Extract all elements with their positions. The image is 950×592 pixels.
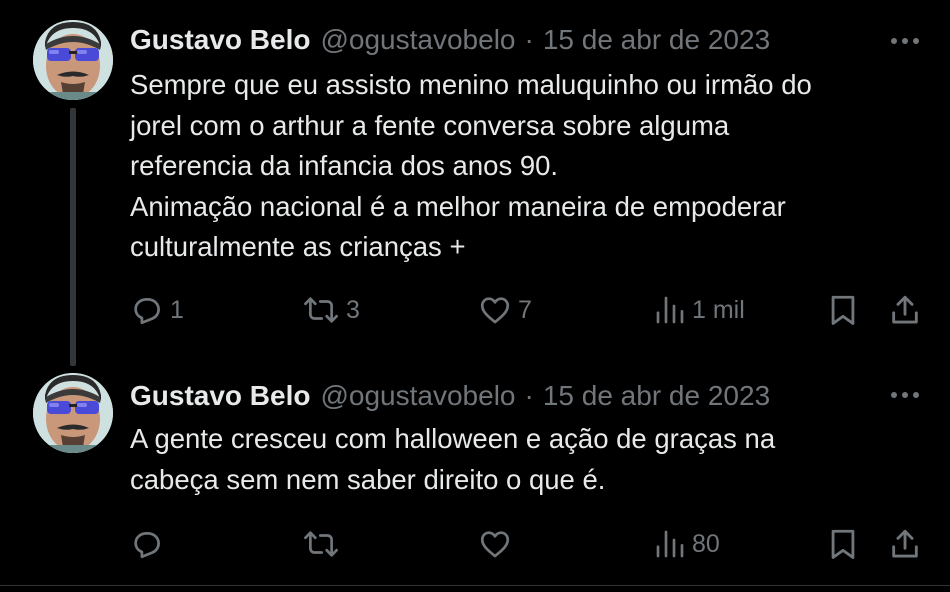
tweet-text-line: A gente cresceu com halloween e ação de … [130, 423, 776, 454]
author-name[interactable]: Gustavo Belo [130, 24, 310, 56]
more-options-button[interactable] [888, 26, 922, 56]
views-chart-icon [656, 530, 684, 558]
share-icon [892, 529, 918, 558]
tweet-header: Gustavo Belo @ogustavobelo · 15 de abr d… [130, 22, 770, 58]
more-options-button[interactable] [888, 380, 922, 410]
avatar-image [33, 20, 113, 100]
share-icon [892, 295, 918, 324]
avatar[interactable] [33, 373, 113, 453]
header-separator: · [524, 24, 534, 55]
author-handle[interactable]: @ogustavobelo [320, 380, 515, 412]
views-button[interactable]: 80 [654, 524, 720, 564]
tweet-text-line: Sempre que eu assisto menino maluquinho … [130, 69, 812, 100]
share-button[interactable] [888, 524, 922, 564]
retweet-button[interactable] [302, 524, 346, 564]
retweet-icon [304, 531, 338, 557]
tweet-header: Gustavo Belo @ogustavobelo · 15 de abr d… [130, 378, 770, 414]
reply-count: 1 [170, 295, 184, 324]
reply-button[interactable]: 1 [130, 290, 184, 330]
tweet[interactable]: Gustavo Belo @ogustavobelo · 15 de abr d… [0, 0, 950, 366]
tweet-text-line: culturalmente as crianças + [130, 231, 466, 262]
bookmark-button[interactable] [828, 524, 858, 564]
views-chart-icon [656, 296, 684, 324]
tweet-text: A gente cresceu com halloween e ação de … [130, 419, 930, 500]
author-name[interactable]: Gustavo Belo [130, 380, 310, 412]
header-separator: · [524, 380, 534, 411]
action-bar: 80 [0, 524, 950, 564]
like-count: 7 [518, 295, 532, 324]
retweet-count: 3 [346, 295, 360, 324]
tweet-date[interactable]: 15 de abr de 2023 [543, 24, 770, 56]
bottom-divider [0, 585, 950, 586]
more-horizontal-icon [891, 392, 919, 398]
retweet-icon [304, 297, 338, 323]
heart-icon [480, 297, 510, 324]
reply-icon [134, 298, 160, 325]
tweet-text-line: Animação nacional é a melhor maneira de … [130, 190, 786, 222]
share-button[interactable] [888, 290, 922, 330]
views-count: 1 mil [692, 295, 745, 324]
views-count: 80 [692, 529, 720, 558]
tweet-text: Sempre que eu assisto menino maluquinho … [130, 65, 930, 268]
tweet-text-line: jorel com o arthur a fente conversa sobr… [130, 109, 730, 141]
bookmark-icon [831, 529, 855, 559]
author-handle[interactable]: @ogustavobelo [320, 24, 515, 56]
reply-button[interactable] [130, 524, 170, 564]
avatar-image [33, 373, 113, 453]
more-horizontal-icon [891, 38, 919, 44]
tweet-date[interactable]: 15 de abr de 2023 [543, 380, 770, 412]
bookmark-button[interactable] [828, 290, 858, 330]
like-button[interactable] [478, 524, 518, 564]
tweet-text-line: referencia da infancia dos anos 90. [130, 150, 559, 181]
tweet-thread: Gustavo Belo @ogustavobelo · 15 de abr d… [0, 0, 950, 592]
action-bar: 1 3 7 1 mil [0, 290, 950, 330]
like-button[interactable]: 7 [478, 290, 532, 330]
tweet-text-line: cabeça sem nem saber direito o que é. [130, 463, 606, 495]
retweet-button[interactable]: 3 [302, 290, 360, 330]
avatar[interactable] [33, 20, 113, 100]
heart-icon [480, 531, 510, 558]
views-button[interactable]: 1 mil [654, 290, 745, 330]
bookmark-icon [831, 295, 855, 325]
tweet[interactable]: Gustavo Belo @ogustavobelo · 15 de abr d… [0, 358, 950, 588]
reply-icon [134, 532, 160, 559]
